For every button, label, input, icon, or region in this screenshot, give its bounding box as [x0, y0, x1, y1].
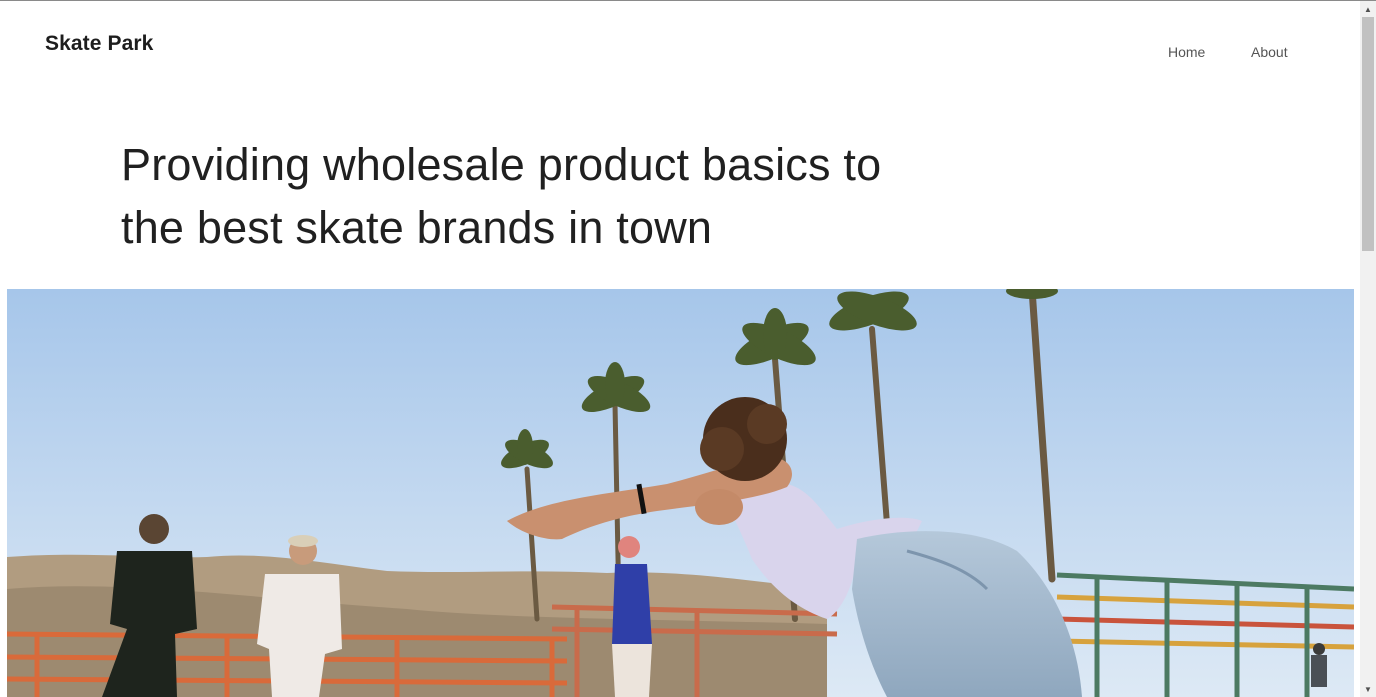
scrollbar-thumb[interactable]	[1362, 17, 1374, 251]
page: Skate Park Home About Providing wholesal…	[0, 1, 1360, 697]
distant-figure	[1311, 643, 1327, 687]
scroll-down-arrow-icon[interactable]: ▼	[1360, 681, 1376, 697]
hero-title: Providing wholesale product basics to th…	[121, 133, 921, 259]
hero-illustration	[7, 289, 1354, 697]
nav-link-about[interactable]: About	[1251, 44, 1288, 60]
nav-link-home[interactable]: Home	[1168, 44, 1205, 60]
scroll-up-arrow-icon[interactable]: ▲	[1360, 1, 1376, 17]
hero-title-line-2: the best skate brands in town	[121, 202, 713, 253]
main-nav: Home About	[0, 44, 1360, 64]
hero-title-line-1: Providing wholesale product basics to	[121, 139, 882, 190]
hero-image-skater-scene	[7, 289, 1354, 697]
vertical-scrollbar[interactable]: ▲ ▼	[1360, 1, 1376, 697]
